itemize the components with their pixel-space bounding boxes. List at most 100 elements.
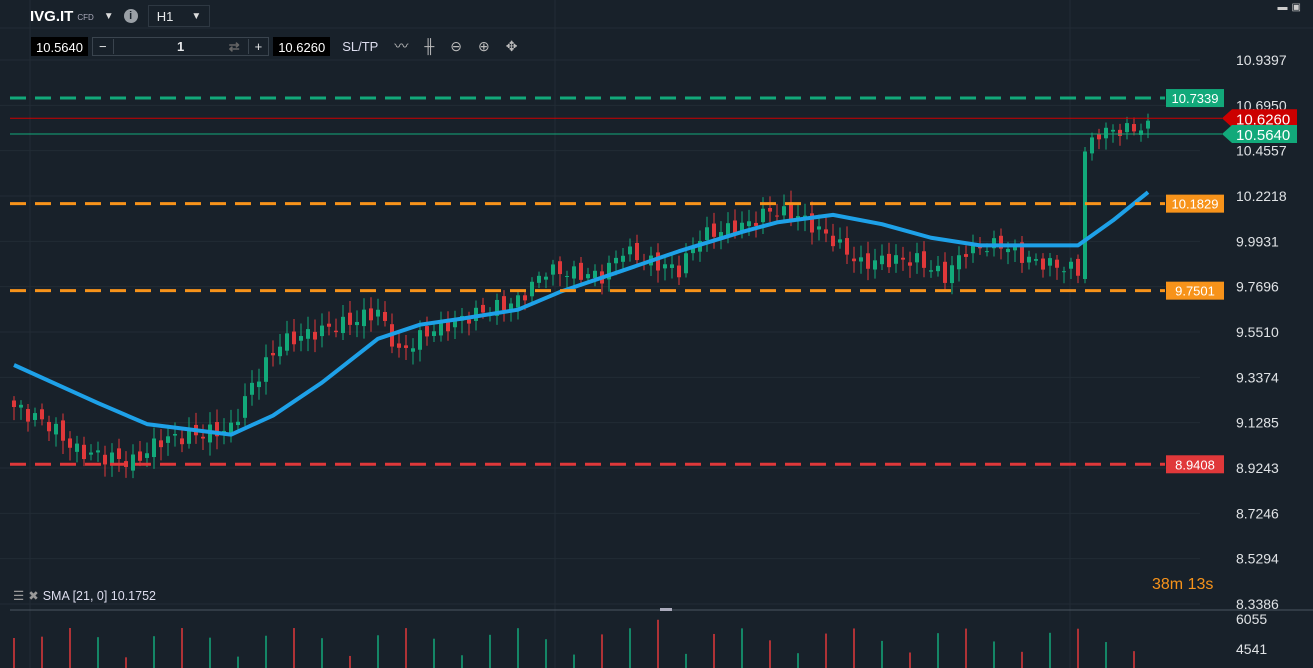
info-icon[interactable]: i: [123, 9, 138, 23]
candle-body: [880, 255, 884, 265]
indicator-settings-icon[interactable]: ☰: [13, 588, 24, 603]
candle-body: [369, 308, 373, 321]
candle-body: [677, 265, 681, 278]
candle-body: [1055, 259, 1059, 268]
candle-body: [894, 255, 898, 264]
candle-body: [264, 357, 268, 382]
candle-body: [138, 451, 142, 461]
candle-body: [96, 450, 100, 453]
candle-body: [243, 396, 247, 418]
candle-body: [47, 421, 51, 432]
increase-button[interactable]: +: [249, 39, 269, 54]
zoom-out-icon[interactable]: ⊖: [450, 38, 462, 55]
symbol-name[interactable]: IVG.IT: [30, 8, 73, 25]
symbol-bar: IVG.IT CFD ▼ i H1 ▼: [30, 5, 211, 27]
candle-timer: 38m 13s: [1152, 576, 1214, 593]
candle-body: [558, 261, 562, 275]
candle-body: [54, 423, 58, 435]
indicator-legend: ☰ ✖ SMA [21, 0] 10.1752: [13, 588, 156, 604]
quantity-input[interactable]: 1 ⇄: [112, 38, 249, 54]
candle-body: [754, 222, 758, 226]
candle-body: [61, 420, 65, 441]
candle-body: [782, 206, 786, 216]
candle-body: [355, 321, 359, 326]
candle-body: [145, 453, 149, 458]
move-icon[interactable]: ✥: [506, 38, 518, 55]
candle-body: [1034, 259, 1038, 261]
candle-body: [824, 229, 828, 234]
pane-resize-handle: [660, 608, 672, 611]
price-axis-label: 10.2218: [1236, 188, 1287, 204]
candle-body: [866, 253, 870, 269]
candle-body: [33, 413, 37, 420]
candle-body: [586, 274, 590, 279]
price-axis-label: 9.7696: [1236, 279, 1279, 295]
candlestick-icon[interactable]: ╫: [424, 38, 434, 54]
zoom-in-icon[interactable]: ⊕: [478, 38, 490, 55]
symbol-dropdown-icon[interactable]: ▼: [104, 11, 114, 22]
candle-body: [1132, 124, 1136, 132]
candle-body: [341, 316, 345, 334]
candle-body: [320, 325, 324, 337]
candle-body: [670, 264, 674, 268]
candle-body: [411, 348, 415, 352]
candle-body: [278, 346, 282, 357]
candle-body: [922, 251, 926, 268]
candle-body: [173, 433, 177, 436]
timeframe-select[interactable]: H1 ▼: [147, 5, 211, 27]
candle-body: [551, 264, 555, 275]
line-chart-icon[interactable]: 〰: [394, 36, 408, 56]
decrease-button[interactable]: −: [93, 39, 113, 54]
candle-body: [327, 323, 331, 327]
candle-body: [159, 440, 163, 448]
remove-indicator-icon[interactable]: ✖: [28, 588, 38, 603]
candle-body: [502, 296, 506, 311]
candle-body: [726, 223, 730, 236]
candle-body: [915, 253, 919, 263]
candle-body: [271, 352, 275, 356]
candle-body: [901, 257, 905, 260]
candle-body: [1104, 127, 1108, 139]
candle-body: [236, 421, 240, 426]
candle-body: [481, 304, 485, 313]
candle-body: [1118, 129, 1122, 136]
candle-body: [775, 215, 779, 217]
candle-body: [957, 255, 961, 270]
candle-body: [425, 326, 429, 337]
candle-body: [621, 255, 625, 262]
candle-body: [1090, 137, 1094, 154]
candle-body: [1111, 129, 1115, 132]
candle-body: [152, 438, 156, 458]
candle-body: [68, 438, 72, 448]
sltp-button[interactable]: SL/TP: [342, 39, 378, 54]
price-chart[interactable]: 10.939710.695010.455710.22189.99319.7696…: [0, 0, 1313, 668]
window-controls[interactable]: ▬▣: [1278, 2, 1305, 13]
candle-body: [859, 257, 863, 262]
candle-body: [383, 311, 387, 321]
candle-body: [306, 329, 310, 339]
candle-body: [334, 330, 338, 333]
candle-body: [761, 208, 765, 223]
price-axis-label: 8.5294: [1236, 551, 1279, 567]
candle-body: [1076, 258, 1080, 276]
buy-price-button[interactable]: 10.6260: [273, 36, 331, 56]
price-axis-label: 10.9397: [1236, 52, 1287, 68]
timeframe-value: H1: [156, 8, 174, 24]
candle-body: [747, 221, 751, 227]
candle-body: [82, 444, 86, 460]
sma-line: [13, 190, 1150, 437]
candle-body: [964, 254, 968, 257]
candle-body: [397, 343, 401, 348]
candle-body: [565, 276, 569, 278]
candle-body: [1125, 123, 1129, 133]
candle-body: [117, 448, 121, 459]
sell-price-button[interactable]: 10.5640: [31, 36, 88, 56]
volume-axis-label: 4541: [1236, 641, 1267, 657]
candle-body: [712, 223, 716, 237]
price-axis-label: 8.9243: [1236, 460, 1279, 476]
candle-body: [348, 312, 352, 325]
candle-body: [908, 262, 912, 266]
quantity-stepper[interactable]: − 1 ⇄ +: [92, 36, 270, 56]
price-axis-label: 8.7246: [1236, 505, 1279, 521]
candle-body: [1146, 120, 1150, 129]
